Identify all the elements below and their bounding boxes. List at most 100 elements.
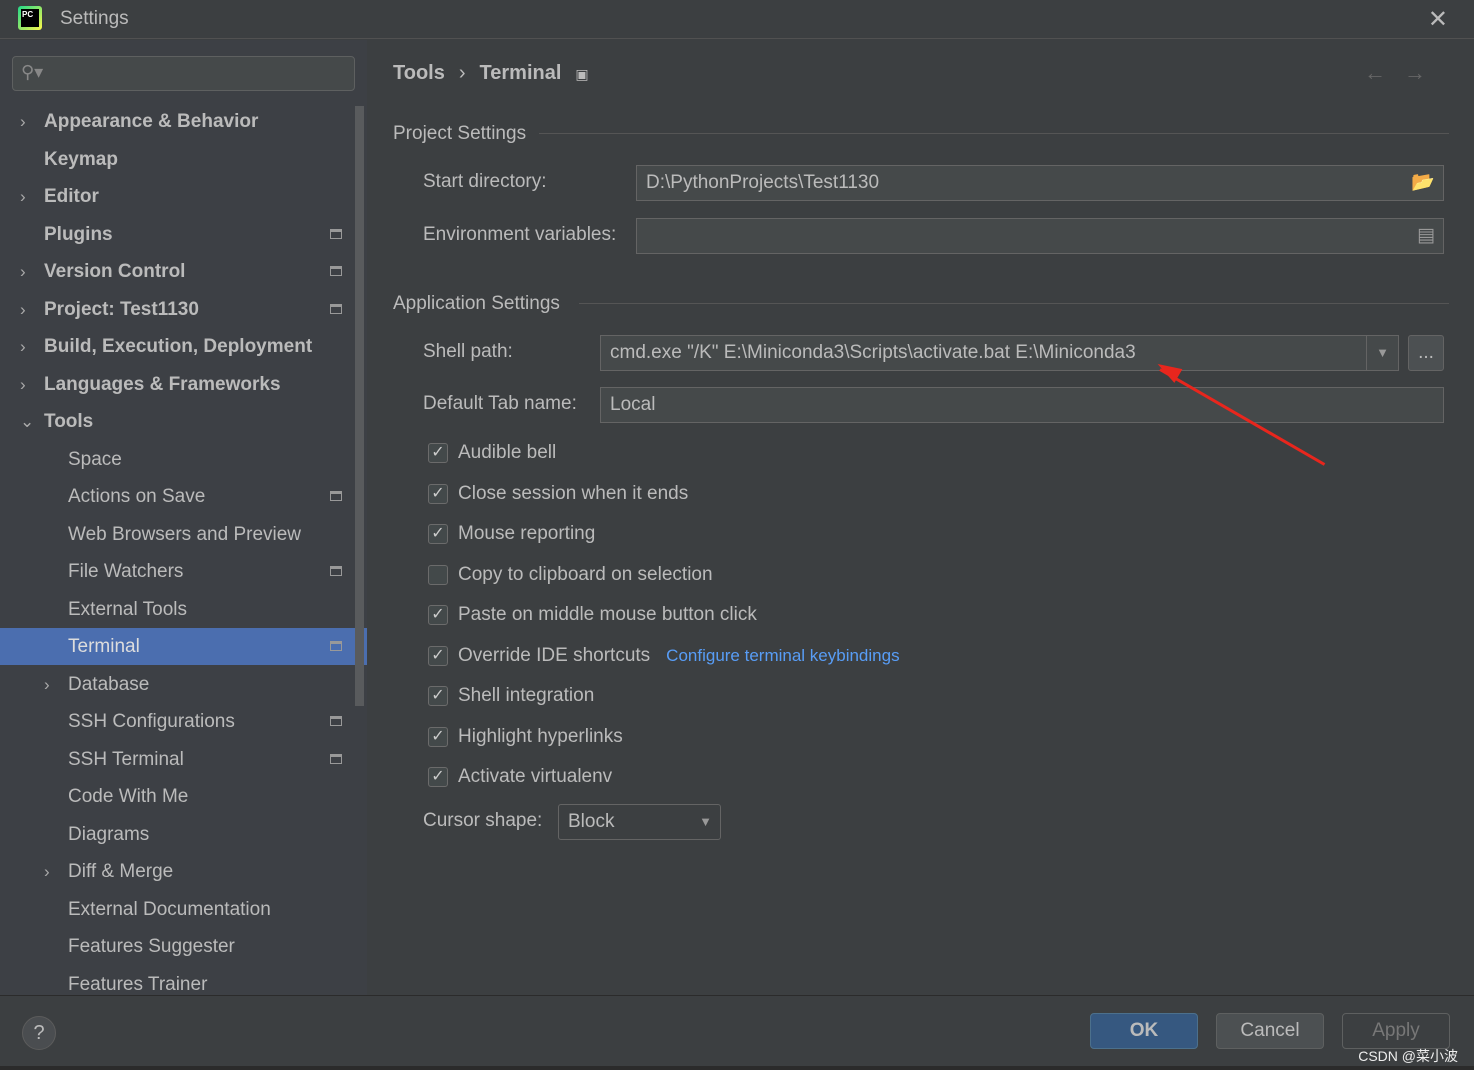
main-panel: Tools › Terminal ▣ ←→ Project Settings Star… bbox=[367, 40, 1474, 995]
chevron-right-icon[interactable]: › bbox=[20, 291, 26, 328]
checkbox-text[interactable]: Shell integration bbox=[458, 685, 594, 706]
checkbox[interactable]: ✓ bbox=[428, 645, 448, 666]
sidebar-item-plugins[interactable]: Plugins bbox=[0, 216, 367, 253]
sidebar-item-appearance-behavior[interactable]: › Appearance & Behavior bbox=[0, 103, 367, 140]
cancel-button[interactable]: Cancel bbox=[1216, 1013, 1324, 1049]
checkbox[interactable]: ✓ bbox=[428, 726, 448, 747]
folder-icon[interactable]: 📂 bbox=[1411, 166, 1435, 200]
chevron-right-icon[interactable]: › bbox=[20, 178, 26, 215]
sidebar-item-tools[interactable]: ⌄ Tools bbox=[0, 403, 367, 440]
sidebar-item-project-test1130[interactable]: › Project: Test1130 bbox=[0, 291, 367, 328]
checkbox[interactable]: ✓ bbox=[428, 483, 448, 504]
checkbox-text[interactable]: Highlight hyperlinks bbox=[458, 726, 623, 747]
checkbox-text[interactable]: Copy to clipboard on selection bbox=[458, 564, 713, 585]
breadcrumb-separator: › bbox=[458, 62, 466, 84]
checkbox-text[interactable]: Paste on middle mouse button click bbox=[458, 604, 757, 625]
chevron-right-icon[interactable]: › bbox=[20, 366, 26, 403]
sidebar-item-features-suggester[interactable]: Features Suggester bbox=[0, 928, 367, 965]
sidebar-item-ssh-configurations[interactable]: SSH Configurations bbox=[0, 703, 367, 740]
sidebar-scrollbar[interactable] bbox=[355, 106, 364, 706]
sidebar-item-diff-merge[interactable]: › Diff & Merge bbox=[0, 853, 367, 890]
default-tab-name-field[interactable]: Local bbox=[600, 387, 1444, 423]
sidebar-item-actions-on-save[interactable]: Actions on Save bbox=[0, 478, 367, 515]
sidebar-item-web-browsers-and-preview[interactable]: Web Browsers and Preview bbox=[0, 516, 367, 553]
checkbox-label[interactable]: Override IDE shortcuts Configure terminal… bbox=[458, 645, 900, 667]
checkbox-text[interactable]: Close session when it ends bbox=[458, 483, 688, 504]
sidebar-item-version-control[interactable]: › Version Control bbox=[0, 253, 367, 290]
apply-button[interactable]: Apply bbox=[1342, 1013, 1450, 1049]
chevron-right-icon[interactable]: › bbox=[20, 103, 26, 140]
sidebar-item-label: Space bbox=[68, 448, 122, 470]
sidebar-item-languages-frameworks[interactable]: › Languages & Frameworks bbox=[0, 366, 367, 403]
help-button[interactable]: ? bbox=[22, 1016, 56, 1050]
shell-path-combobox[interactable]: cmd.exe "/K" E:\Miniconda3\Scripts\activ… bbox=[600, 335, 1399, 371]
checkbox[interactable]: ✓ bbox=[428, 686, 448, 706]
checkbox-label[interactable]: Close session when it ends bbox=[458, 483, 688, 505]
checkbox-label[interactable]: Shell integration bbox=[458, 685, 594, 707]
checkbox-label[interactable]: Audible bell bbox=[458, 442, 556, 464]
dropdown-arrow-icon[interactable]: ▼ bbox=[1366, 336, 1398, 370]
breadcrumb: Tools › Terminal ▣ bbox=[393, 62, 603, 85]
checkbox-text[interactable]: Mouse reporting bbox=[458, 523, 595, 544]
checkbox-label[interactable]: Mouse reporting bbox=[458, 523, 595, 545]
back-arrow-icon[interactable]: ← bbox=[1364, 60, 1404, 85]
document-icon[interactable]: ▤ bbox=[1417, 219, 1435, 253]
checkbox-text[interactable]: Override IDE shortcuts bbox=[458, 645, 650, 666]
environment-variables-field[interactable]: ▤ bbox=[636, 218, 1444, 254]
checkbox[interactable] bbox=[428, 564, 448, 585]
project-level-icon bbox=[330, 491, 342, 501]
checkbox[interactable]: ✓ bbox=[428, 443, 448, 463]
browse-shell-button[interactable]: ... bbox=[1408, 335, 1444, 371]
project-level-icon bbox=[330, 716, 342, 726]
sidebar-item-code-with-me[interactable]: Code With Me bbox=[0, 778, 367, 815]
project-level-icon bbox=[330, 266, 342, 276]
environment-variables-label: Environment variables: bbox=[423, 224, 617, 245]
title-bar: PC Settings ✕ bbox=[0, 0, 1474, 39]
chevron-right-icon[interactable]: › bbox=[44, 853, 50, 890]
sidebar-item-label: Diagrams bbox=[68, 823, 150, 845]
sidebar-item-keymap[interactable]: Keymap bbox=[0, 141, 367, 178]
checkbox[interactable]: ✓ bbox=[428, 767, 448, 787]
sidebar-item-label: Features Suggester bbox=[68, 936, 235, 957]
logo-text: PC bbox=[21, 9, 39, 27]
sidebar-item-ssh-terminal[interactable]: SSH Terminal bbox=[0, 741, 367, 778]
sidebar-item-database[interactable]: › Database bbox=[0, 666, 367, 703]
application-settings-heading: Application Settings bbox=[393, 293, 560, 314]
checkbox-label[interactable]: Activate virtualenv bbox=[458, 766, 612, 788]
cursor-shape-select[interactable]: Block ▼ bbox=[558, 804, 721, 840]
sidebar-item-build-execution-deployment[interactable]: › Build, Execution, Deployment bbox=[0, 328, 367, 365]
sidebar-item-diagrams[interactable]: Diagrams bbox=[0, 816, 367, 853]
checkbox-text[interactable]: Audible bell bbox=[458, 442, 556, 463]
sidebar-item-file-watchers[interactable]: File Watchers bbox=[0, 553, 367, 590]
sidebar-item-external-tools[interactable]: External Tools bbox=[0, 591, 367, 628]
sidebar-item-editor[interactable]: › Editor bbox=[0, 178, 367, 215]
breadcrumb-parent[interactable]: Tools bbox=[393, 62, 445, 84]
checkbox-label[interactable]: Highlight hyperlinks bbox=[458, 726, 623, 748]
ok-button[interactable]: OK bbox=[1090, 1013, 1198, 1049]
sidebar-item-label: Appearance & Behavior bbox=[44, 111, 259, 132]
close-icon[interactable]: ✕ bbox=[1428, 5, 1448, 34]
chevron-right-icon[interactable]: › bbox=[20, 328, 26, 365]
chevron-down-icon[interactable]: ⌄ bbox=[20, 403, 34, 440]
checkbox[interactable]: ✓ bbox=[428, 524, 448, 544]
checkbox-text[interactable]: Activate virtualenv bbox=[458, 766, 612, 787]
start-directory-label: Start directory: bbox=[423, 171, 547, 192]
sidebar-item-space[interactable]: Space bbox=[0, 441, 367, 478]
dialog-footer: ? OK Cancel Apply bbox=[0, 995, 1474, 1066]
configure-keybindings-link[interactable]: Configure terminal keybindings bbox=[666, 646, 899, 665]
sidebar-item-label: Database bbox=[68, 673, 150, 695]
checkbox-label[interactable]: Paste on middle mouse button click bbox=[458, 604, 757, 626]
sidebar-item-external-documentation[interactable]: External Documentation bbox=[0, 891, 367, 928]
chevron-right-icon[interactable]: › bbox=[20, 253, 26, 290]
project-level-icon bbox=[330, 303, 342, 314]
chevron-right-icon[interactable]: › bbox=[44, 666, 50, 703]
project-level-icon bbox=[330, 228, 342, 239]
settings-dialog: PC Settings ✕ ⚲▾ › Appearance & Behavior K… bbox=[0, 0, 1474, 1066]
sidebar-item-terminal[interactable]: Terminal bbox=[0, 628, 367, 665]
start-directory-field[interactable]: D:\PythonProjects\Test1130 📂 bbox=[636, 165, 1444, 201]
forward-arrow-icon[interactable]: → bbox=[1404, 60, 1444, 85]
search-input[interactable]: ⚲▾ bbox=[12, 56, 355, 91]
checkbox[interactable]: ✓ bbox=[428, 605, 448, 625]
sidebar-item-label: SSH Terminal bbox=[68, 748, 184, 770]
checkbox-label[interactable]: Copy to clipboard on selection bbox=[458, 564, 713, 586]
